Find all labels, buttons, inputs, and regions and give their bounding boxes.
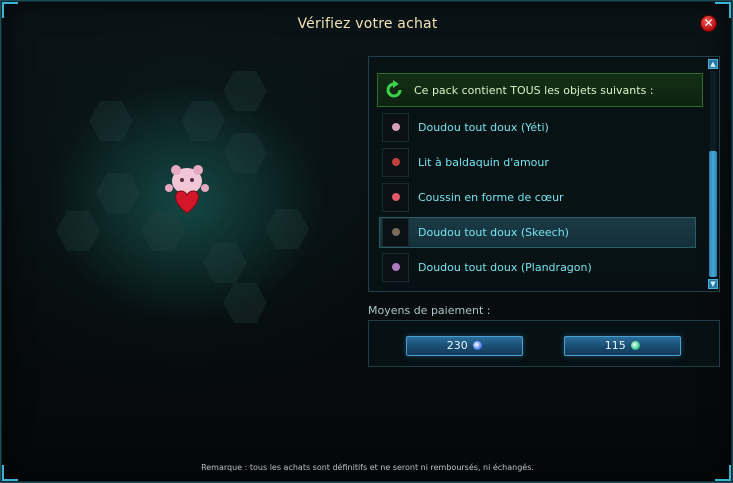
background-hexagon	[89, 101, 133, 141]
pack-header: Ce pack contient TOUS les objets suivant…	[377, 73, 703, 107]
kama-icon	[631, 341, 641, 350]
window-title: Vérifiez votre achat	[297, 16, 438, 32]
background-hexagon	[223, 133, 267, 173]
background-hexagon	[223, 71, 267, 111]
payment-panel: 230 115	[368, 320, 720, 367]
pack-item-list: Doudou tout doux (Yéti) Lit à baldaquin …	[379, 112, 696, 287]
pack-contents-panel: Ce pack contient TOUS les objets suivant…	[368, 56, 720, 292]
background-hexagon	[223, 283, 267, 323]
background-hexagon	[141, 211, 185, 251]
pack-header-text: Ce pack contient TOUS les objets suivant…	[414, 84, 654, 97]
list-item[interactable]: Doudou tout doux (Yéti)	[379, 112, 696, 143]
item-thumbnail	[382, 183, 409, 212]
item-label: Doudou tout doux (Plandragon)	[418, 261, 592, 274]
list-item[interactable]: Lit à baldaquin d'amour	[379, 147, 696, 178]
item-label: Coussin en forme de cœur	[418, 191, 564, 204]
pay-kamas-button[interactable]: 115	[564, 336, 681, 356]
background-hexagon	[181, 101, 225, 141]
remark-text: Remarque : tous les achats sont définiti…	[201, 463, 534, 472]
close-icon[interactable]: ✕	[700, 15, 717, 32]
scroll-thumb[interactable]	[709, 151, 717, 277]
list-item-selected[interactable]: Doudou tout doux (Skeech)	[379, 217, 696, 248]
item-thumbnail	[382, 148, 409, 177]
background-hexagon	[203, 243, 247, 283]
background-hexagon	[265, 209, 309, 249]
list-item[interactable]: Doudou tout doux (Plandragon)	[379, 252, 696, 283]
ogrine-icon	[473, 341, 483, 350]
refresh-icon	[386, 80, 402, 98]
price-amount: 115	[604, 339, 626, 352]
item-label: Doudou tout doux (Yéti)	[418, 121, 549, 134]
item-label: Lit à baldaquin d'amour	[418, 156, 549, 169]
background-hexagon	[96, 173, 140, 213]
item-thumbnail	[382, 218, 409, 247]
payment-label: Moyens de paiement :	[368, 304, 491, 317]
pay-ogrines-button[interactable]: 230	[406, 336, 523, 356]
list-item[interactable]: Coussin en forme de cœur	[379, 182, 696, 213]
price-amount: 230	[446, 339, 468, 352]
scroll-up-icon[interactable]: ▲	[708, 59, 718, 69]
purchase-window: Vérifiez votre achat ✕ Ce pack contient …	[0, 0, 733, 483]
item-thumbnail	[382, 113, 409, 142]
list-scrollbar[interactable]: ▲ ▼	[708, 59, 718, 289]
item-label: Doudou tout doux (Skeech)	[418, 226, 569, 239]
item-preview-image	[165, 165, 209, 214]
background-hexagon	[56, 211, 100, 251]
item-thumbnail	[382, 253, 409, 282]
scroll-down-icon[interactable]: ▼	[708, 279, 718, 289]
